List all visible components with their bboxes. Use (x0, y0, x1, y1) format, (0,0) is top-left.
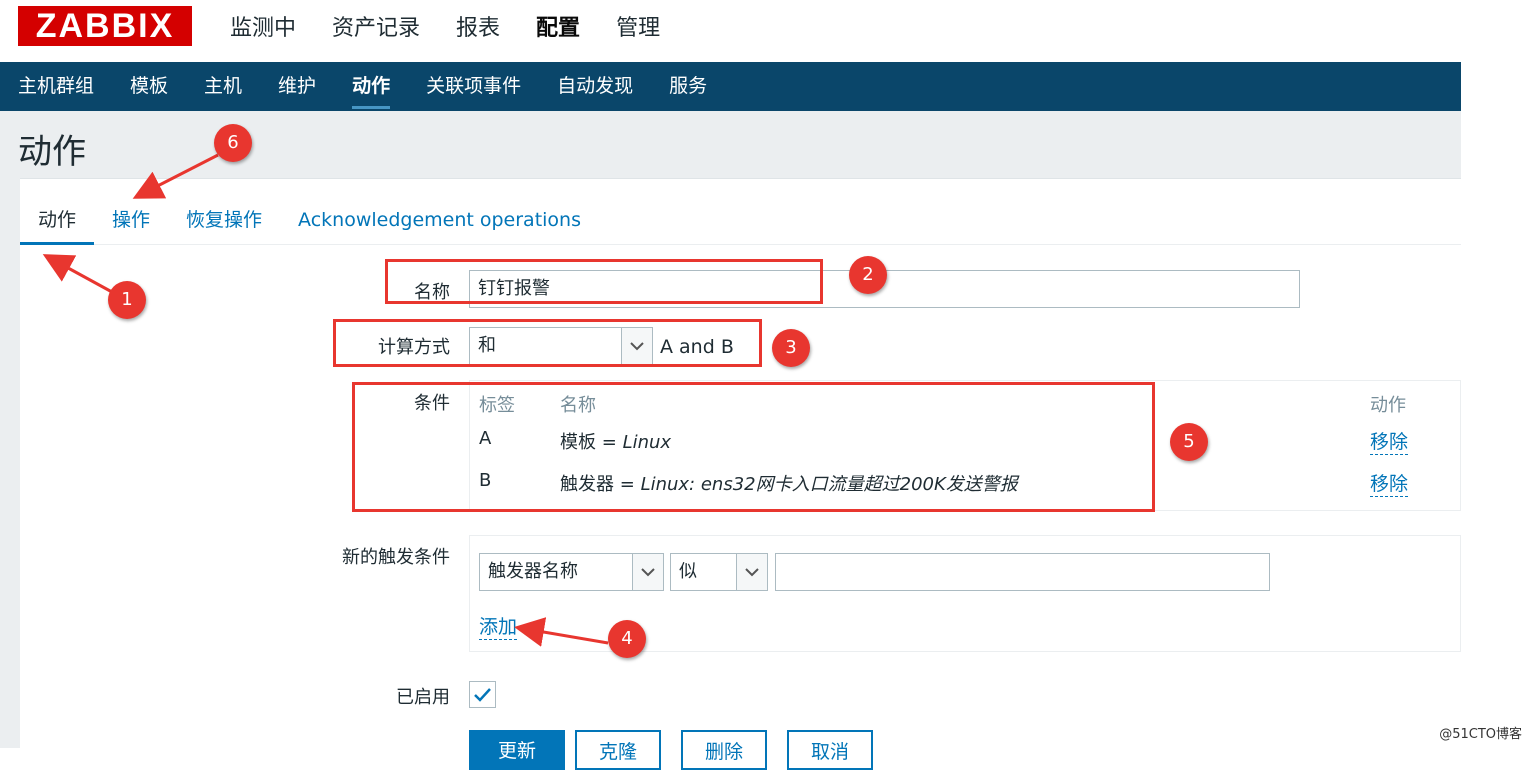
annotation-badge-2: 2 (849, 256, 887, 294)
arrow-4 (514, 617, 609, 647)
annotation-badge-5: 5 (1170, 423, 1208, 461)
annotation-arrows (42, 153, 609, 647)
annotation-badge-3: 3 (772, 329, 810, 367)
annotation-badge-1: 1 (108, 281, 146, 319)
arrow-6 (132, 153, 219, 199)
annotation-badge-4: 4 (608, 620, 646, 658)
annotation-badge-6: 6 (214, 124, 252, 162)
watermark: @51CTO博客 (1439, 727, 1522, 742)
arrow-1 (42, 254, 113, 294)
